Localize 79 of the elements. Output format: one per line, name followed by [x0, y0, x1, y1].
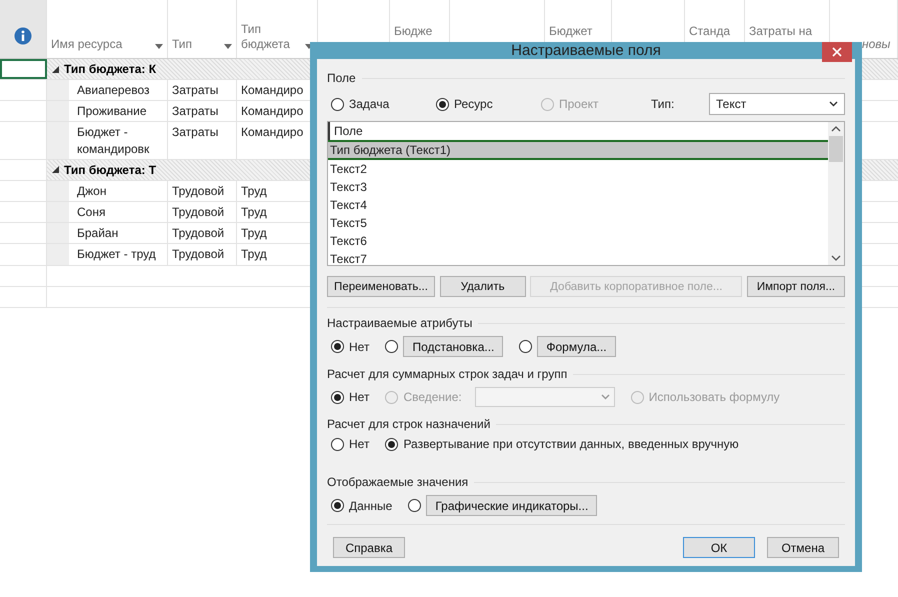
section-title: Расчет для суммарных строк задач и групп [327, 367, 568, 381]
radio-label: Сведение: [403, 390, 462, 404]
list-item[interactable]: Тип бюджета (Текст1) [328, 140, 828, 160]
dialog-title: Настраиваемые поля [511, 42, 661, 59]
table-cell: Затраты [168, 101, 237, 122]
radio-button[interactable] [331, 340, 344, 353]
row-selector-cell[interactable] [0, 59, 47, 79]
list-item[interactable]: Текст5 [328, 214, 828, 232]
action-button[interactable]: Удалить [440, 276, 526, 297]
row-selector-cell[interactable] [0, 160, 47, 180]
radio-button[interactable] [436, 98, 449, 110]
option-button[interactable]: Подстановка... [403, 336, 504, 357]
table-cell: Трудовой [168, 202, 237, 222]
scrollbar-drawing[interactable] [828, 122, 844, 265]
close-icon [832, 47, 842, 57]
help-button[interactable]: Справка [333, 537, 405, 558]
cancel-button[interactable]: Отмена [767, 537, 839, 558]
column-header[interactable]: Бюджет [549, 24, 607, 40]
resource-name: Авиаперевоз [47, 80, 168, 100]
column-header[interactable]: Станда [689, 24, 740, 40]
radio-label: Нет [349, 390, 370, 404]
table-cell: Затраты [168, 122, 237, 159]
radio-label: Проект [559, 97, 599, 111]
close-button[interactable] [822, 42, 852, 62]
ok-button[interactable]: ОК [683, 537, 755, 558]
dropdown-caret-icon[interactable] [224, 44, 232, 49]
list-item[interactable]: Текст6 [328, 232, 828, 250]
table-cell: Трудовой [168, 180, 237, 201]
radio-button[interactable] [331, 98, 344, 110]
collapse-triangle-icon[interactable] [52, 166, 59, 174]
radio-label: Нет [349, 437, 370, 451]
column-header[interactable]: Имя ресурса [51, 37, 151, 53]
option-button[interactable]: Формула... [537, 336, 616, 357]
chevron-down-icon [600, 394, 610, 400]
radio-button[interactable] [331, 438, 344, 450]
list-item[interactable]: Текст7 [328, 250, 828, 265]
section-title: Поле [327, 71, 356, 85]
group-label: Тип бюджета: К [64, 62, 156, 76]
column-header[interactable]: Бюдже [394, 24, 445, 40]
radio-button[interactable] [519, 340, 532, 353]
info-icon [14, 27, 32, 45]
radio-button[interactable] [385, 340, 398, 353]
radio-label: Задача [349, 97, 390, 111]
radio-label: Нет [349, 340, 370, 354]
radio-button[interactable] [331, 390, 344, 404]
action-button[interactable]: Импорт поля... [746, 276, 845, 297]
list-item[interactable]: Текст3 [328, 178, 828, 196]
list-item[interactable]: Текст4 [328, 196, 828, 214]
radio-label: Данные [349, 498, 392, 512]
column-header[interactable]: Тип [172, 37, 220, 53]
table-cell: Затраты [168, 80, 237, 100]
radio-button[interactable] [331, 499, 344, 512]
radio-label: Ресурс [454, 97, 493, 111]
column-header[interactable]: Тип бюджета [241, 22, 301, 53]
collapse-triangle-icon[interactable] [52, 66, 59, 72]
group-label: Тип бюджета: Т [64, 162, 156, 177]
dropdown-caret-icon[interactable] [155, 44, 163, 49]
list-item[interactable]: Текст2 [328, 160, 828, 178]
section-title: Отображаемые значения [327, 475, 468, 489]
resource-name: Бюджет - командировк [47, 122, 168, 159]
column-header[interactable]: Затраты на [749, 24, 825, 40]
radio-button[interactable] [408, 499, 422, 512]
resource-name: Соня [47, 202, 168, 222]
option-button[interactable]: Графические индикаторы... [426, 495, 598, 516]
resource-name: Брайан [47, 223, 168, 244]
resource-name: Бюджет - труд [47, 244, 168, 264]
table-cell: Трудовой [168, 244, 237, 264]
radio-label: Развертывание при отсутствии данных, введенных вручную [403, 437, 739, 451]
section-title: Расчет для строк назначений [327, 417, 490, 431]
radio-label: Использовать формулу [648, 390, 780, 404]
radio-button[interactable] [385, 438, 398, 450]
resource-name: Проживание [47, 101, 168, 122]
type-dropdown[interactable]: Текст [709, 93, 845, 115]
chevron-down-icon [829, 101, 838, 107]
resource-name: Джон [47, 180, 168, 201]
section-title: Настраиваемые атрибуты [327, 316, 472, 330]
table-cell: Трудовой [168, 223, 237, 244]
action-button[interactable]: Переименовать... [327, 276, 435, 297]
type-label: Тип: [651, 97, 676, 111]
